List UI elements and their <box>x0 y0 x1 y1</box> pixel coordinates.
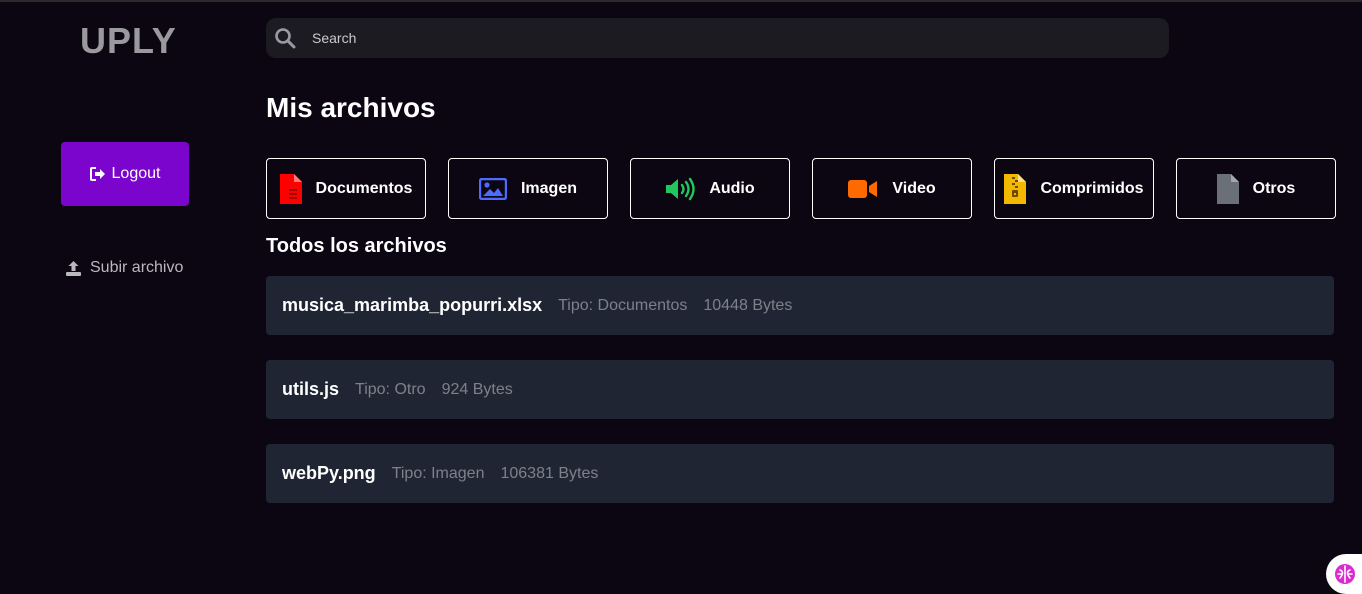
category-list: Documentos Imagen Audio Video Comprimido… <box>266 158 1336 219</box>
upload-label: Subir archivo <box>90 259 184 276</box>
upload-icon <box>66 260 81 276</box>
sign-out-icon <box>89 167 105 181</box>
category-audio[interactable]: Audio <box>630 158 790 219</box>
section-title: Todos los archivos <box>266 235 447 257</box>
zip-file-icon <box>1004 173 1027 204</box>
category-label: Video <box>892 179 936 197</box>
file-size: 106381 Bytes <box>500 464 599 482</box>
file-row[interactable]: musica_marimba_popurri.xlsx Tipo: Docume… <box>266 276 1334 335</box>
category-label: Comprimidos <box>1040 179 1144 197</box>
category-label: Audio <box>709 179 755 197</box>
file-type: Tipo: Documentos <box>558 296 688 314</box>
video-camera-icon <box>848 179 878 198</box>
category-label: Documentos <box>315 179 413 197</box>
logout-button[interactable]: Logout <box>61 142 189 206</box>
file-size: 10448 Bytes <box>703 296 793 314</box>
app-logo: UPLY <box>80 20 177 61</box>
file-name: utils.js <box>282 379 340 399</box>
file-name: musica_marimba_popurri.xlsx <box>282 295 543 315</box>
file-name: webPy.png <box>282 463 376 483</box>
category-imagen[interactable]: Imagen <box>448 158 608 219</box>
category-otros[interactable]: Otros <box>1176 158 1336 219</box>
upload-file-link[interactable]: Subir archivo <box>65 259 183 277</box>
top-border <box>0 0 1362 2</box>
category-label: Imagen <box>520 179 577 197</box>
category-documentos[interactable]: Documentos <box>266 158 426 219</box>
search-input[interactable] <box>310 29 1134 47</box>
image-icon <box>478 177 507 200</box>
file-row[interactable]: utils.js Tipo: Otro 924 Bytes <box>266 360 1334 419</box>
document-icon <box>279 173 302 204</box>
file-type: Tipo: Imagen <box>391 464 485 482</box>
category-label: Otros <box>1252 179 1296 197</box>
page-title: Mis archivos <box>266 92 436 123</box>
brain-icon <box>1335 564 1355 584</box>
search-bar <box>266 18 1169 58</box>
volume-icon <box>666 177 696 200</box>
file-list: musica_marimba_popurri.xlsx Tipo: Docume… <box>266 276 1334 528</box>
assistant-widget-button[interactable] <box>1326 554 1362 594</box>
category-comprimidos[interactable]: Comprimidos <box>994 158 1154 219</box>
file-row[interactable]: webPy.png Tipo: Imagen 106381 Bytes <box>266 444 1334 503</box>
file-type: Tipo: Otro <box>355 380 426 398</box>
logout-label: Logout <box>111 165 161 182</box>
category-video[interactable]: Video <box>812 158 972 219</box>
file-size: 924 Bytes <box>441 380 513 398</box>
search-icon <box>275 28 296 49</box>
file-icon <box>1216 173 1239 204</box>
